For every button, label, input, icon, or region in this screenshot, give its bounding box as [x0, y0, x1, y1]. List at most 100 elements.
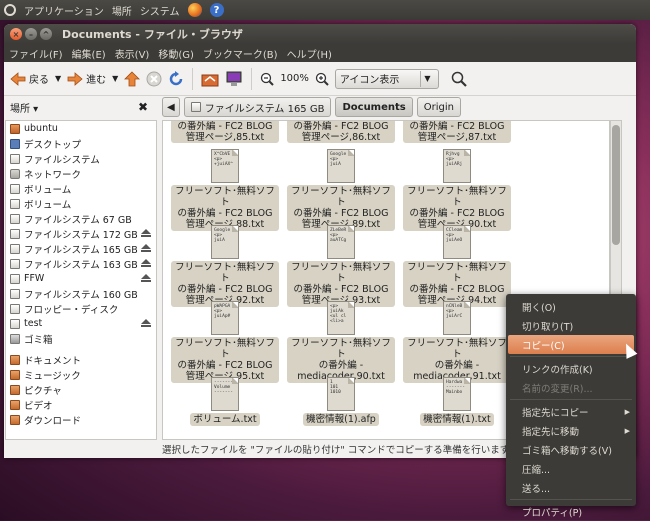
sidebar-item[interactable]: ドキュメント [6, 352, 156, 367]
context-menu-item: 名前の変更(R)... [506, 378, 636, 397]
sidebar-item[interactable]: ファイルシステム [6, 151, 156, 166]
sidebar-item[interactable]: ボリューム [6, 181, 156, 196]
sidebar-item[interactable]: ファイルシステム 67 GB [6, 211, 156, 226]
text-file-icon: CCleam <p> juiAeO [443, 225, 471, 259]
context-menu-item[interactable]: 切り取り(T) [506, 316, 636, 335]
zoom-out-icon[interactable] [260, 72, 275, 86]
zoom-in-icon[interactable] [315, 72, 329, 86]
back-button[interactable]: 戻る [10, 71, 49, 86]
file-item[interactable]: Google <p> juiA フリーソフト･無料ソフト の番外編 - FC2 B… [171, 225, 279, 307]
file-item[interactable]: ------- Volume ------- ボリューム.txt [171, 377, 279, 426]
sidebar-item[interactable]: test [6, 316, 156, 331]
minimize-icon[interactable]: – [25, 28, 37, 40]
menu-edit[interactable]: 編集(E) [72, 46, 106, 61]
sidebar-item[interactable]: ビデオ [6, 397, 156, 412]
sidebar-item[interactable]: ピクチャ [6, 382, 156, 397]
sidebar-item[interactable]: ファイルシステム 165 GB [6, 241, 156, 256]
ubuntu-logo-icon[interactable] [4, 4, 16, 16]
file-item[interactable]: X^CbVE <p> +juiAX^ フリーソフト･無料ソフト の番外編 - FC… [171, 149, 279, 231]
file-item[interactable]: Google <p> juiA フリーソフト･無料ソフト の番外編 - FC2 B… [287, 149, 395, 231]
forward-button[interactable]: 進む [67, 71, 106, 86]
computer-icon[interactable] [225, 71, 243, 87]
file-item[interactable]: nCNleB <p> juiArCフリーソフト･無料ソフト の番外編 - med… [403, 301, 511, 383]
menu-view[interactable]: 表示(V) [115, 46, 150, 61]
context-menu-item[interactable]: 開く(O) [506, 297, 636, 316]
scrollbar-thumb[interactable] [612, 125, 620, 245]
close-icon[interactable]: × [10, 28, 22, 40]
menu-help[interactable]: ヘルプ(H) [287, 46, 332, 61]
close-sidebar-icon[interactable]: ✖ [138, 100, 148, 114]
crumb-filesystem[interactable]: ファイルシステム 165 GB [183, 97, 332, 117]
sidebar-item[interactable]: フロッピー・ディスク [6, 301, 156, 316]
file-item-label[interactable]: の番外編 - FC2 BLOG 管理ページ,85.txt [171, 121, 279, 143]
crumb-origin[interactable]: Origin [416, 97, 461, 117]
file-item[interactable]: Hardwa ------- Mainbo 機密情報(1).txt [403, 377, 511, 426]
eject-icon[interactable] [141, 259, 151, 268]
crumb-documents[interactable]: Documents [335, 97, 413, 117]
file-item[interactable]: Rjhvg <p> juiARj フリーソフト･無料ソフト の番外編 - FC2 … [403, 149, 511, 231]
up-arrow-icon[interactable] [124, 70, 141, 87]
sidebar-item-label: test [24, 318, 43, 329]
file-item[interactable]: CCleam <p> juiAeO フリーソフト･無料ソフト の番外編 - FC2… [403, 225, 511, 307]
home-folder-icon[interactable] [201, 71, 219, 87]
applications-menu[interactable]: アプリケーション [24, 3, 104, 18]
sidebar-item[interactable]: ファイルシステム 172 GB [6, 226, 156, 241]
context-menu-item[interactable]: プロパティ(P) [506, 502, 636, 521]
sidebar-places-select[interactable]: 場所 ▾ [10, 100, 38, 115]
system-menu[interactable]: システム [140, 3, 180, 18]
sidebar-item[interactable]: ubuntu [6, 121, 156, 136]
back-history-dropdown[interactable]: ▼ [55, 74, 61, 83]
drive-icon [10, 183, 20, 194]
location-bar: ◀ ファイルシステム 165 GB Documents Origin [162, 96, 461, 118]
eject-icon[interactable] [141, 244, 151, 253]
eject-icon[interactable] [141, 229, 151, 238]
drive-icon [10, 243, 20, 254]
sidebar-item[interactable]: ネットワーク [6, 166, 156, 181]
sidebar-item[interactable]: ファイルシステム 160 GB [6, 286, 156, 301]
file-item-label[interactable]: の番外編 - FC2 BLOG 管理ページ,86.txt [287, 121, 395, 143]
maximize-icon[interactable]: ^ [40, 28, 52, 40]
context-menu-item[interactable]: 指定先に移動 ▶ [506, 421, 636, 440]
location-left-arrow[interactable]: ◀ [162, 97, 180, 117]
file-item[interactable]: ZLeBeR <p> auATCg フリーソフト･無料ソフト の番外編 - FC2… [287, 225, 395, 307]
window-titlebar[interactable]: × – ^ Documents - ファイル・ブラウザ [4, 24, 636, 44]
file-item-label[interactable]: の番外編 - FC2 BLOG 管理ページ,87.txt [403, 121, 511, 143]
sidebar-item[interactable]: ファイルシステム 163 GB [6, 256, 156, 271]
reload-icon[interactable] [168, 70, 184, 87]
sidebar-item[interactable]: ミュージック [6, 367, 156, 382]
sidebar-item-label: ピクチャ [24, 385, 62, 397]
file-item[interactable]: 1 101 1010 機密情報(1).afp [287, 377, 395, 426]
stop-icon[interactable] [146, 71, 162, 87]
eject-icon[interactable] [141, 274, 151, 283]
context-menu-item[interactable]: 送る... [506, 478, 636, 497]
sidebar-item[interactable]: ダウンロード [6, 412, 156, 427]
file-item[interactable]: pWAPGA <p> juiAp# フリーソフト･無料ソフト の番外編 - FC2… [171, 301, 279, 383]
menu-go[interactable]: 移動(G) [158, 46, 194, 61]
menu-separator [510, 399, 632, 400]
search-icon[interactable] [451, 71, 467, 87]
context-menu-item[interactable]: 指定先にコピー ▶ [506, 402, 636, 421]
firefox-icon[interactable] [187, 3, 202, 17]
sidebar-item[interactable]: FFW [6, 271, 156, 286]
menu-file[interactable]: ファイル(F) [9, 46, 63, 61]
toolbar: 戻る ▼ 進む ▼ 100% アイコン表示 ▼ [4, 62, 636, 96]
context-menu-item[interactable]: ゴミ箱へ移動する(V) [506, 440, 636, 459]
top-panel: アプリケーション 場所 システム ? [0, 0, 650, 20]
file-item[interactable]: <p> juiAk <ul cl <li>a フリーソフト･無料ソフト の番外編 … [287, 301, 395, 383]
eject-icon[interactable] [141, 319, 151, 328]
sidebar-item-label: ファイルシステム 163 GB [24, 259, 138, 271]
help-icon[interactable]: ? [209, 3, 224, 17]
forward-history-dropdown[interactable]: ▼ [112, 74, 118, 83]
sidebar-item[interactable]: ゴミ箱 [6, 331, 156, 346]
context-menu-item[interactable]: コピー(C) [508, 335, 634, 354]
text-file-icon: <p> juiAk <ul cl <li>a [327, 301, 355, 335]
drive-icon [10, 153, 20, 164]
context-menu-item[interactable]: 圧縮... [506, 459, 636, 478]
sidebar-item[interactable]: ボリューム [6, 196, 156, 211]
menu-bookmarks[interactable]: ブックマーク(B) [203, 46, 278, 61]
view-mode-select[interactable]: アイコン表示 ▼ [334, 68, 439, 89]
context-menu-item[interactable]: リンクの作成(K) [506, 359, 636, 378]
places-menu[interactable]: 場所 [112, 3, 132, 18]
text-file-icon: Google <p> juiA [327, 149, 355, 183]
sidebar-item[interactable]: デスクトップ [6, 136, 156, 151]
